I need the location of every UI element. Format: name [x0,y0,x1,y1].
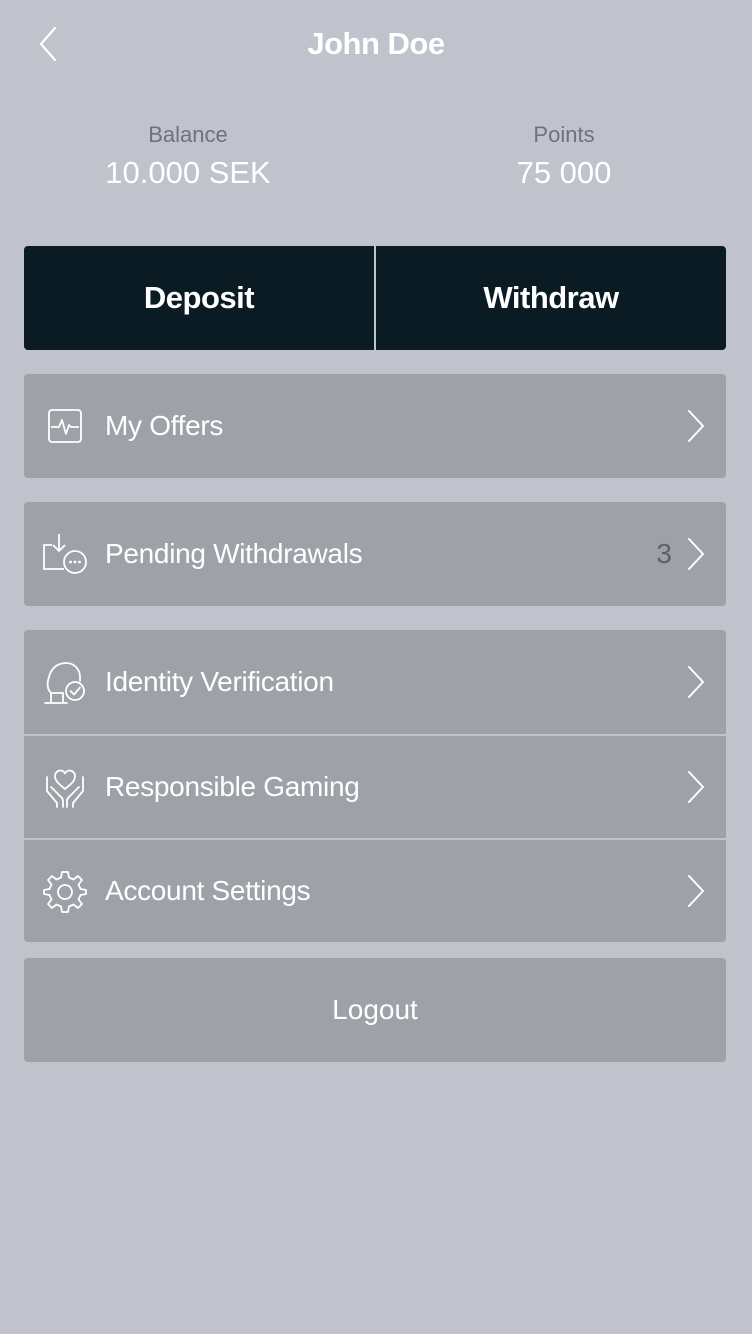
pending-withdrawals-card: Pending Withdrawals 3 [24,502,726,606]
pending-count-badge: 3 [656,538,672,569]
deposit-button[interactable]: Deposit [24,246,374,350]
chevron-right-icon [686,537,706,571]
header: John Doe [0,0,752,90]
points-stat: Points 75 000 [414,120,714,194]
menu-item-label: Account Settings [105,875,311,906]
account-menu-card: Identity Verification Responsible Gaming [24,630,726,942]
points-label: Points [533,122,595,147]
menu-item-identity-verification[interactable]: Identity Verification [24,630,726,734]
account-stats: Balance 10.000 SEK Points 75 000 [0,120,752,200]
page-title: John Doe [307,26,445,61]
logout-button[interactable]: Logout [24,958,726,1062]
chevron-right-icon [686,409,706,443]
menu-item-label: Identity Verification [105,666,334,697]
withdraw-button[interactable]: Withdraw [376,246,726,350]
balance-value: 10.000 SEK [105,155,271,190]
menu-item-label: My Offers [105,410,224,441]
menu-item-label: Responsible Gaming [105,771,360,802]
menu-item-my-offers[interactable]: My Offers [24,374,726,478]
chevron-right-icon [686,665,706,699]
points-value: 75 000 [516,155,612,190]
pending-download-icon [42,531,88,577]
balance-stat: Balance 10.000 SEK [38,120,338,194]
offers-pulse-icon [42,403,88,449]
menu-item-pending-withdrawals[interactable]: Pending Withdrawals 3 [24,502,726,606]
menu-item-account-settings[interactable]: Account Settings [24,838,726,942]
balance-label: Balance [148,122,228,147]
action-bar: Deposit Withdraw [24,246,726,350]
identity-check-icon [42,659,88,705]
chevron-right-icon [686,874,706,908]
gear-icon [42,868,88,914]
heart-hands-icon [42,764,88,810]
menu-item-label: Pending Withdrawals [105,538,363,569]
menu-item-responsible-gaming[interactable]: Responsible Gaming [24,734,726,838]
chevron-right-icon [686,770,706,804]
my-offers-card: My Offers [24,374,726,478]
